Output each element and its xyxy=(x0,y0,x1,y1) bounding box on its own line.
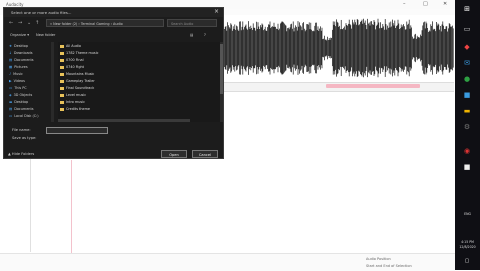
app-icon-green[interactable]: ● xyxy=(461,74,473,84)
list-item[interactable]: Level music xyxy=(60,93,86,97)
video-icon: ▶ xyxy=(9,79,12,83)
nav-item[interactable]: ▭ Local Disk (C:) xyxy=(9,114,39,118)
folder-icon xyxy=(60,65,64,69)
horizontal-scrollbar[interactable] xyxy=(58,119,190,122)
browser-icon[interactable]: ◆ xyxy=(461,42,473,52)
cube-icon: ◈ xyxy=(9,93,12,97)
filename-label: File name: xyxy=(12,128,31,132)
forward-icon[interactable]: → xyxy=(18,20,22,26)
document-icon: ▤ xyxy=(9,58,13,62)
recent-dropdown-icon[interactable]: ⌄ xyxy=(27,20,31,26)
drive-icon: ▭ xyxy=(9,114,13,118)
star-icon: ★ xyxy=(9,44,13,48)
status-bar: Audio Position Start and End of Selectio… xyxy=(0,253,455,271)
maximize-icon[interactable]: □ xyxy=(423,1,428,7)
folder-icon xyxy=(60,100,64,104)
dialog-titlebar: Select one or more audio files... × xyxy=(4,8,223,17)
dialog-toolbar: Organize ▾ New folder ▤ ? xyxy=(4,31,223,40)
folder-icon xyxy=(60,51,64,55)
folder-icon[interactable]: ▬ xyxy=(461,106,473,116)
audacity-icon[interactable]: ◉ xyxy=(461,146,473,156)
list-item[interactable]: Credits theme xyxy=(60,107,90,111)
navigation-pane: ★ Desktop ↓ Downloads ▤ Documents ▦ Pictures… xyxy=(7,42,51,122)
help-icon[interactable]: ? xyxy=(204,33,206,37)
document-icon: ▤ xyxy=(9,107,13,111)
folder-icon xyxy=(60,72,64,76)
folder-icon xyxy=(60,58,64,62)
nav-item[interactable]: ▬ Desktop xyxy=(9,100,28,104)
nav-item[interactable]: ▶ Videos xyxy=(9,79,25,83)
dialog-close-icon[interactable]: × xyxy=(214,8,219,15)
hide-folders-button[interactable]: ▲ Hide Folders xyxy=(8,152,34,156)
notification-icon[interactable]: ▢ xyxy=(461,256,473,266)
nav-item[interactable]: ★ Desktop xyxy=(9,44,28,48)
close-icon[interactable]: ✕ xyxy=(443,1,447,7)
list-item[interactable]: Gameplay Trailer xyxy=(60,79,95,83)
cancel-button[interactable]: Cancel xyxy=(192,150,218,158)
nav-item[interactable]: ▤ Documents xyxy=(9,58,34,62)
nav-item[interactable]: ↓ Downloads xyxy=(9,51,32,55)
nav-item[interactable]: ▭ This PC xyxy=(9,86,27,90)
address-bar[interactable]: « New folder (2) › Terminal Gaming › Aud… xyxy=(46,19,164,27)
new-folder-button[interactable]: New folder xyxy=(36,33,55,37)
picture-icon: ▦ xyxy=(9,65,13,69)
music-icon: ♪ xyxy=(9,72,12,76)
task-view-icon[interactable]: ▭ xyxy=(461,24,473,34)
playhead-line xyxy=(71,160,72,255)
status-audio-position: Audio Position xyxy=(366,257,391,261)
view-options-icon[interactable]: ▤ xyxy=(190,33,193,37)
computer-icon: ▭ xyxy=(9,86,13,90)
settings-icon[interactable]: ⚙ xyxy=(461,122,473,132)
nav-item[interactable]: ◈ 3D Objects xyxy=(9,93,32,97)
windows-icon[interactable]: ⊞ xyxy=(461,4,473,14)
download-icon: ↓ xyxy=(9,51,12,55)
back-icon[interactable]: ← xyxy=(9,20,13,26)
nav-item[interactable]: ♪ Music xyxy=(9,72,23,76)
list-item[interactable]: Final Soundtrack xyxy=(60,86,94,90)
dialog-title: Select one or more audio files... xyxy=(11,10,72,15)
search-input[interactable]: Search Audio xyxy=(167,19,217,27)
nav-scrollbar[interactable] xyxy=(51,42,54,122)
scrollbar-thumb[interactable] xyxy=(220,44,223,94)
clock-date[interactable]: 12/8/2020 xyxy=(455,245,480,249)
clock-time[interactable]: 4:15 PM xyxy=(455,240,480,244)
folder-icon xyxy=(60,86,64,90)
file-list: All Audio 1782 Theme music 0700 Final 07… xyxy=(58,42,220,122)
audio-app-icon[interactable]: ■ xyxy=(461,162,473,172)
folder-icon xyxy=(60,79,64,83)
mail-icon[interactable]: ✉ xyxy=(461,58,473,68)
nav-item[interactable]: ▤ Documents xyxy=(9,107,34,111)
list-item[interactable]: Intro music xyxy=(60,100,85,104)
filename-input[interactable] xyxy=(46,127,108,134)
desktop-icon: ▬ xyxy=(9,100,13,104)
list-item[interactable]: Mountains Music xyxy=(60,72,94,76)
minimize-icon[interactable]: – xyxy=(403,1,406,7)
taskbar: ⊞ ▭ ◆ ✉ ● ■ ▬ ⚙ ◉ ■ ENG 4:15 PM 12/8/202… xyxy=(455,0,480,270)
status-selection: Start and End of Selection xyxy=(366,264,412,268)
folder-icon xyxy=(60,107,64,111)
organize-button[interactable]: Organize ▾ xyxy=(10,33,29,37)
selection-region[interactable] xyxy=(326,84,420,88)
list-item[interactable]: 0740 Fight xyxy=(60,65,84,69)
folder-icon xyxy=(60,44,64,48)
system-tray-lang[interactable]: ENG xyxy=(455,212,480,216)
list-item[interactable]: All Audio xyxy=(60,44,81,48)
filetype-label: Save as type: xyxy=(12,136,37,140)
open-file-dialog: Select one or more audio files... × ← → … xyxy=(3,7,224,159)
open-button[interactable]: Open xyxy=(161,150,187,158)
list-item[interactable]: 1782 Theme music xyxy=(60,51,99,55)
up-icon[interactable]: ↑ xyxy=(35,20,39,26)
nav-item[interactable]: ▦ Pictures xyxy=(9,65,28,69)
list-item[interactable]: 0700 Final xyxy=(60,58,84,62)
store-icon[interactable]: ■ xyxy=(461,90,473,100)
folder-icon xyxy=(60,93,64,97)
waveform[interactable] xyxy=(222,16,454,80)
